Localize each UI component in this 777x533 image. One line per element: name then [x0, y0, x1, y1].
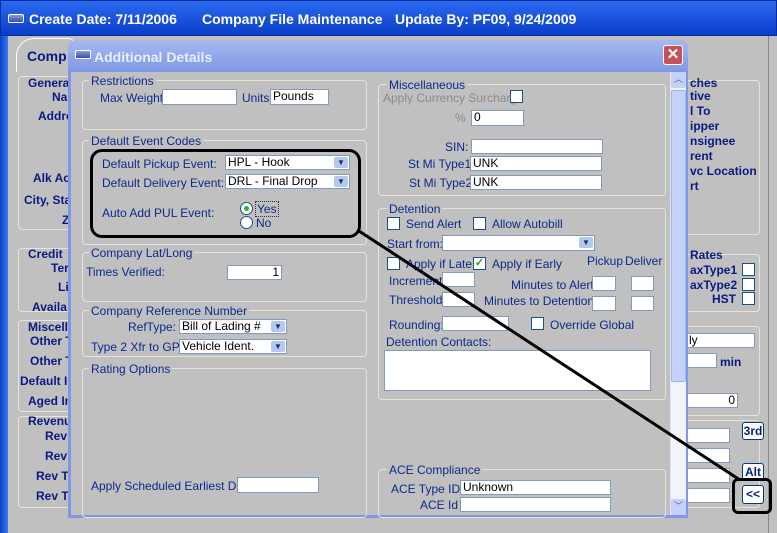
callout-line [358, 229, 741, 482]
